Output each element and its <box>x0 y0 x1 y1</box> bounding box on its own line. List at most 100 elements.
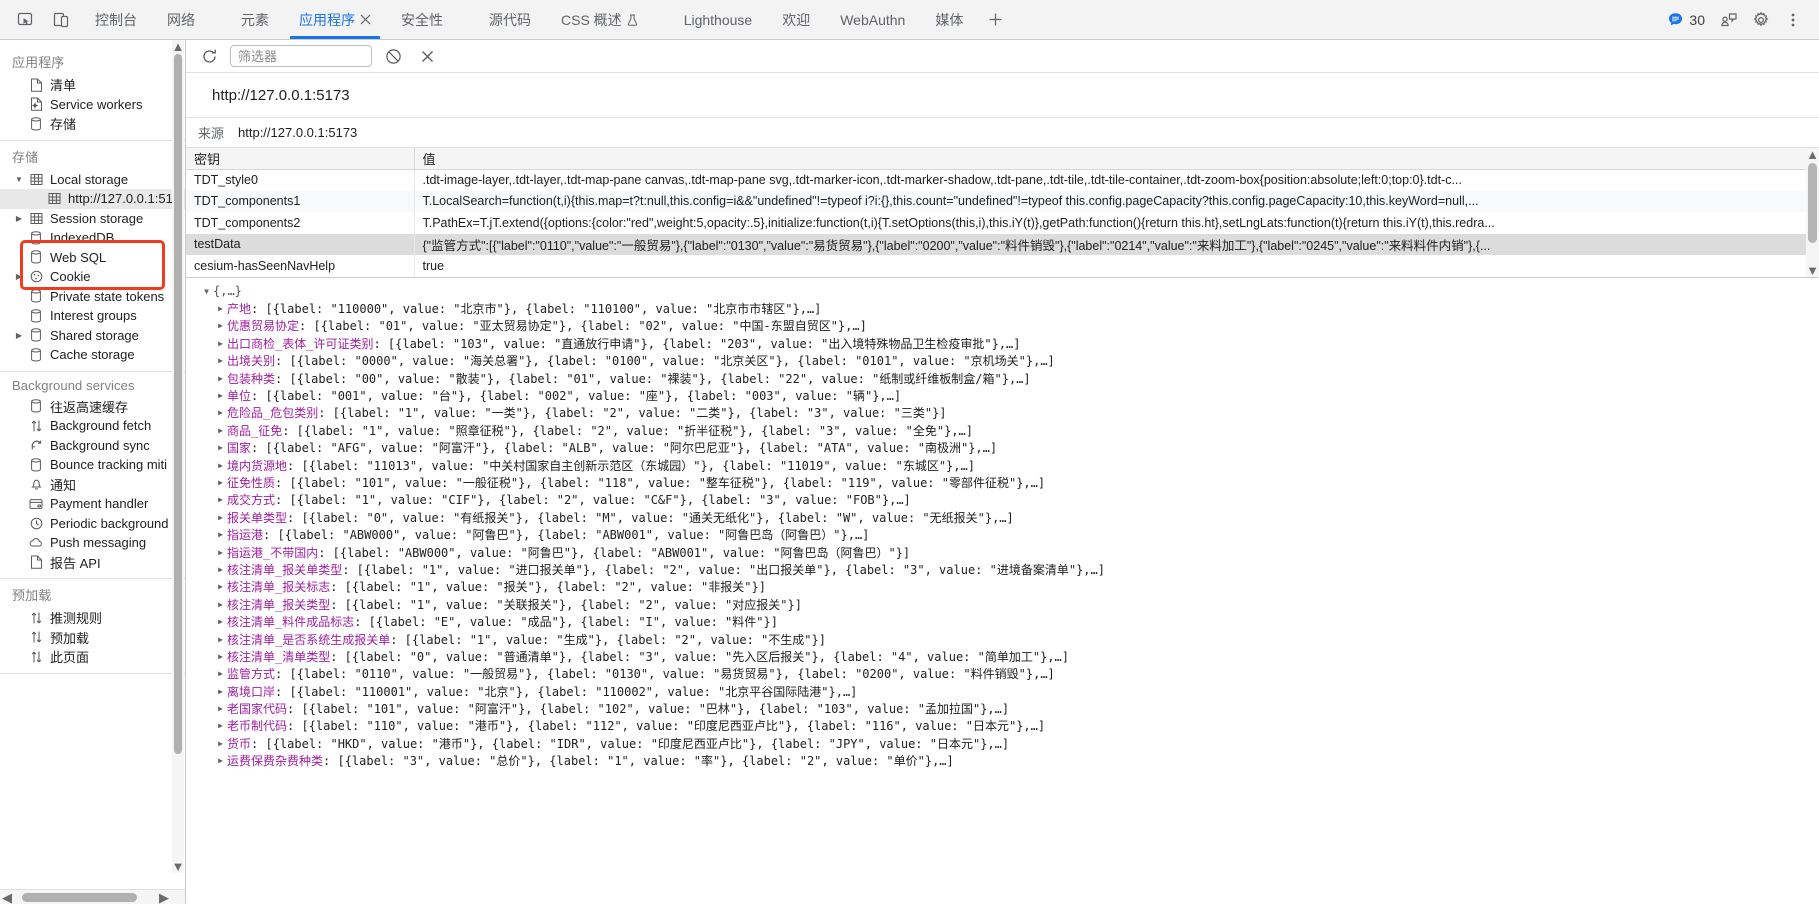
tree-row[interactable]: ▶ 国家: [{label: "AFG", value: "阿富汗"}, {lab… <box>186 439 1819 456</box>
chevron-right-icon[interactable]: ▶ <box>214 304 227 313</box>
cell-value[interactable]: true <box>414 255 1819 277</box>
cell-key[interactable]: TDT_style0 <box>186 169 415 191</box>
tree-row[interactable]: ▶ 核注清单_报关类型: [{label: "1", value: "关联报关"}… <box>186 596 1819 613</box>
chevron-right-icon[interactable]: ▶ <box>214 321 227 330</box>
sidebar-item-indexeddb[interactable]: IndexedDB <box>0 228 185 248</box>
tree-row[interactable]: ▶ 征免性质: [{label: "101", value: "一般征税"}, {… <box>186 474 1819 491</box>
sidebar-item-session-storage[interactable]: ▶ Session storage <box>0 209 185 229</box>
sidebar-item-reporting-api[interactable]: 报告 API <box>0 553 185 573</box>
chevron-right-icon[interactable]: ▶ <box>214 687 227 696</box>
sidebar-item-this-page[interactable]: 此页面 <box>0 647 185 667</box>
tab-lighthouse[interactable]: Lighthouse <box>669 0 768 39</box>
sidebar-item-local-storage[interactable]: ▼ Local storage <box>0 170 185 190</box>
table-row[interactable]: TDT_components1 T.LocalSearch=function(t… <box>186 190 1819 212</box>
sidebar-item-web-sql[interactable]: Web SQL <box>0 248 185 268</box>
tree-row[interactable]: ▶ 商品_征免: [{label: "1", value: "照章征税"}, {l… <box>186 422 1819 439</box>
filter-input[interactable] <box>230 45 372 67</box>
cell-value[interactable]: T.LocalSearch=function(t,i){this.map=t?t… <box>414 190 1819 212</box>
tree-row[interactable]: ▶ 核注清单_是否系统生成报关单: [{label: "1", value: "生… <box>186 630 1819 647</box>
inspect-element-icon[interactable] <box>12 7 38 33</box>
chevron-right-icon[interactable]: ▶ <box>214 721 227 730</box>
sidebar-item-cookie[interactable]: ▶ Cookie <box>0 267 185 287</box>
cell-value[interactable]: .tdt-image-layer,.tdt-layer,.tdt-map-pan… <box>414 169 1819 191</box>
table-row[interactable]: TDT_style0 .tdt-image-layer,.tdt-layer,.… <box>186 169 1819 191</box>
chevron-right-icon[interactable]: ▶ <box>214 600 227 609</box>
sidebar-horizontal-scrollbar[interactable]: ◀ ▶ <box>0 889 185 904</box>
tab-sources[interactable]: 源代码 <box>474 0 546 39</box>
sidebar-item-private-state-tokens[interactable]: Private state tokens <box>0 287 185 307</box>
table-scroll-thumb[interactable] <box>1808 163 1817 243</box>
tree-row[interactable]: ▶ 核注清单_报关标志: [{label: "1", value: "报关"}, … <box>186 578 1819 595</box>
tree-root-row[interactable]: ▼ {,…} <box>186 283 1819 300</box>
chevron-right-icon[interactable]: ▶ <box>214 530 227 539</box>
chevron-right-icon[interactable]: ▶ <box>214 356 227 365</box>
chevron-right-icon[interactable]: ▶ <box>214 652 227 661</box>
chevron-down-icon[interactable]: ▼ <box>200 287 213 296</box>
tab-css-overview[interactable]: CSS 概述 <box>546 0 653 39</box>
tree-row[interactable]: ▶ 优惠贸易协定: [{label: "01", value: "亚太贸易协定"}… <box>186 317 1819 334</box>
chevron-right-icon[interactable]: ▶ <box>214 617 227 626</box>
chevron-right-icon[interactable]: ▶ <box>214 565 227 574</box>
chevron-right-icon[interactable]: ▶ <box>214 478 227 487</box>
chevron-right-icon[interactable]: ▶ <box>214 495 227 504</box>
chevron-right-icon[interactable]: ▶ <box>214 739 227 748</box>
table-row[interactable]: cesium-hasSeenNavHelp true <box>186 255 1819 277</box>
cell-key[interactable]: TDT_components2 <box>186 212 415 234</box>
sidebar-scroll-thumb[interactable] <box>174 54 182 754</box>
tree-row[interactable]: ▶ 产地: [{label: "110000", value: "北京市"}, {… <box>186 300 1819 317</box>
cell-key[interactable]: testData <box>186 233 415 255</box>
sidebar-item-payment-handler[interactable]: Payment handler <box>0 494 185 514</box>
scroll-down-arrow-icon[interactable]: ▼ <box>1806 263 1819 278</box>
tree-row[interactable]: ▶ 离境口岸: [{label: "110001", value: "北京"}, … <box>186 682 1819 699</box>
tab-network[interactable]: 网络 <box>152 0 210 39</box>
scroll-up-arrow-icon[interactable]: ▲ <box>172 40 185 54</box>
chevron-right-icon[interactable]: ▶ <box>12 214 26 223</box>
column-header-key[interactable]: 密钥 <box>186 148 415 170</box>
devtools-settings-icon[interactable] <box>1747 6 1775 34</box>
column-header-value[interactable]: 值 <box>414 148 1819 170</box>
delete-selected-icon[interactable] <box>414 43 440 69</box>
tree-row[interactable]: ▶ 核注清单_清单类型: [{label: "0", value: "普通清单"}… <box>186 648 1819 665</box>
sidebar-hscroll-thumb[interactable] <box>22 893 137 902</box>
tree-row[interactable]: ▶ 危险品_危包类别: [{label: "1", value: "一类"}, {… <box>186 404 1819 421</box>
sidebar-item-interest-groups[interactable]: Interest groups <box>0 306 185 326</box>
chevron-right-icon[interactable]: ▶ <box>214 443 227 452</box>
chevron-right-icon[interactable]: ▶ <box>214 461 227 470</box>
tree-row[interactable]: ▶ 运费保费杂费种类: [{label: "3", value: "总价"}, {… <box>186 752 1819 769</box>
refresh-icon[interactable] <box>196 43 222 69</box>
devtools-feedback-icon[interactable] <box>1715 6 1743 34</box>
chevron-right-icon[interactable]: ▶ <box>214 339 227 348</box>
scroll-up-arrow-icon[interactable]: ▲ <box>1806 147 1819 162</box>
tab-welcome[interactable]: 欢迎 <box>767 0 825 39</box>
tree-row[interactable]: ▶ 核注清单_报关单类型: [{label: "1", value: "进口报关单… <box>186 561 1819 578</box>
chevron-right-icon[interactable]: ▶ <box>12 272 26 281</box>
sidebar-item-back-forward-cache[interactable]: 往返高速缓存 <box>0 397 185 417</box>
tab-elements[interactable]: 元素 <box>226 0 284 39</box>
sidebar-item-cache-storage[interactable]: Cache storage <box>0 345 185 365</box>
sidebar-item-manifest[interactable]: 清单 <box>0 75 185 95</box>
chevron-right-icon[interactable]: ▶ <box>214 548 227 557</box>
tree-row[interactable]: ▶ 包装种类: [{label: "00", value: "散装"}, {lab… <box>186 369 1819 386</box>
tab-console[interactable]: 控制台 <box>80 0 152 39</box>
sidebar-item-periodic-background-sync[interactable]: Periodic background <box>0 514 185 534</box>
tree-row[interactable]: ▶ 成交方式: [{label: "1", value: "CIF"}, {lab… <box>186 491 1819 508</box>
tree-row[interactable]: ▶ 出境关别: [{label: "0000", value: "海关总署"}, … <box>186 352 1819 369</box>
tree-row[interactable]: ▶ 境内货源地: [{label: "11013", value: "中关村国家自… <box>186 456 1819 473</box>
chevron-right-icon[interactable]: ▶ <box>214 513 227 522</box>
table-vertical-scrollbar[interactable]: ▲ ▼ <box>1806 147 1819 278</box>
cell-value[interactable]: {"监管方式":[{"label":"0110","value":"一般贸易"}… <box>414 233 1819 255</box>
tree-row[interactable]: ▶ 指运港_不带国内: [{label: "ABW000", value: "阿鲁… <box>186 543 1819 560</box>
sidebar-item-storage[interactable]: 存储 <box>0 114 185 134</box>
close-x-icon[interactable] <box>360 14 371 25</box>
sidebar-item-background-sync[interactable]: Background sync <box>0 436 185 456</box>
sidebar-item-bounce-tracking-mitigations[interactable]: Bounce tracking miti <box>0 455 185 475</box>
tree-row[interactable]: ▶ 核注清单_料件成品标志: [{label: "E", value: "成品"}… <box>186 613 1819 630</box>
table-row[interactable]: TDT_components2 T.PathEx=T.jT.extend({op… <box>186 212 1819 234</box>
tree-row[interactable]: ▶ 指运港: [{label: "ABW000", value: "阿鲁巴"}, … <box>186 526 1819 543</box>
sidebar-item-notifications[interactable]: 通知 <box>0 475 185 495</box>
tree-row[interactable]: ▶ 老国家代码: [{label: "101", value: "阿富汗"}, {… <box>186 700 1819 717</box>
chevron-down-icon[interactable]: ▼ <box>12 175 26 184</box>
chevron-right-icon[interactable]: ▶ <box>12 331 26 340</box>
cell-value[interactable]: T.PathEx=T.jT.extend({options:{color:"re… <box>414 212 1819 234</box>
chevron-right-icon[interactable]: ▶ <box>214 582 227 591</box>
